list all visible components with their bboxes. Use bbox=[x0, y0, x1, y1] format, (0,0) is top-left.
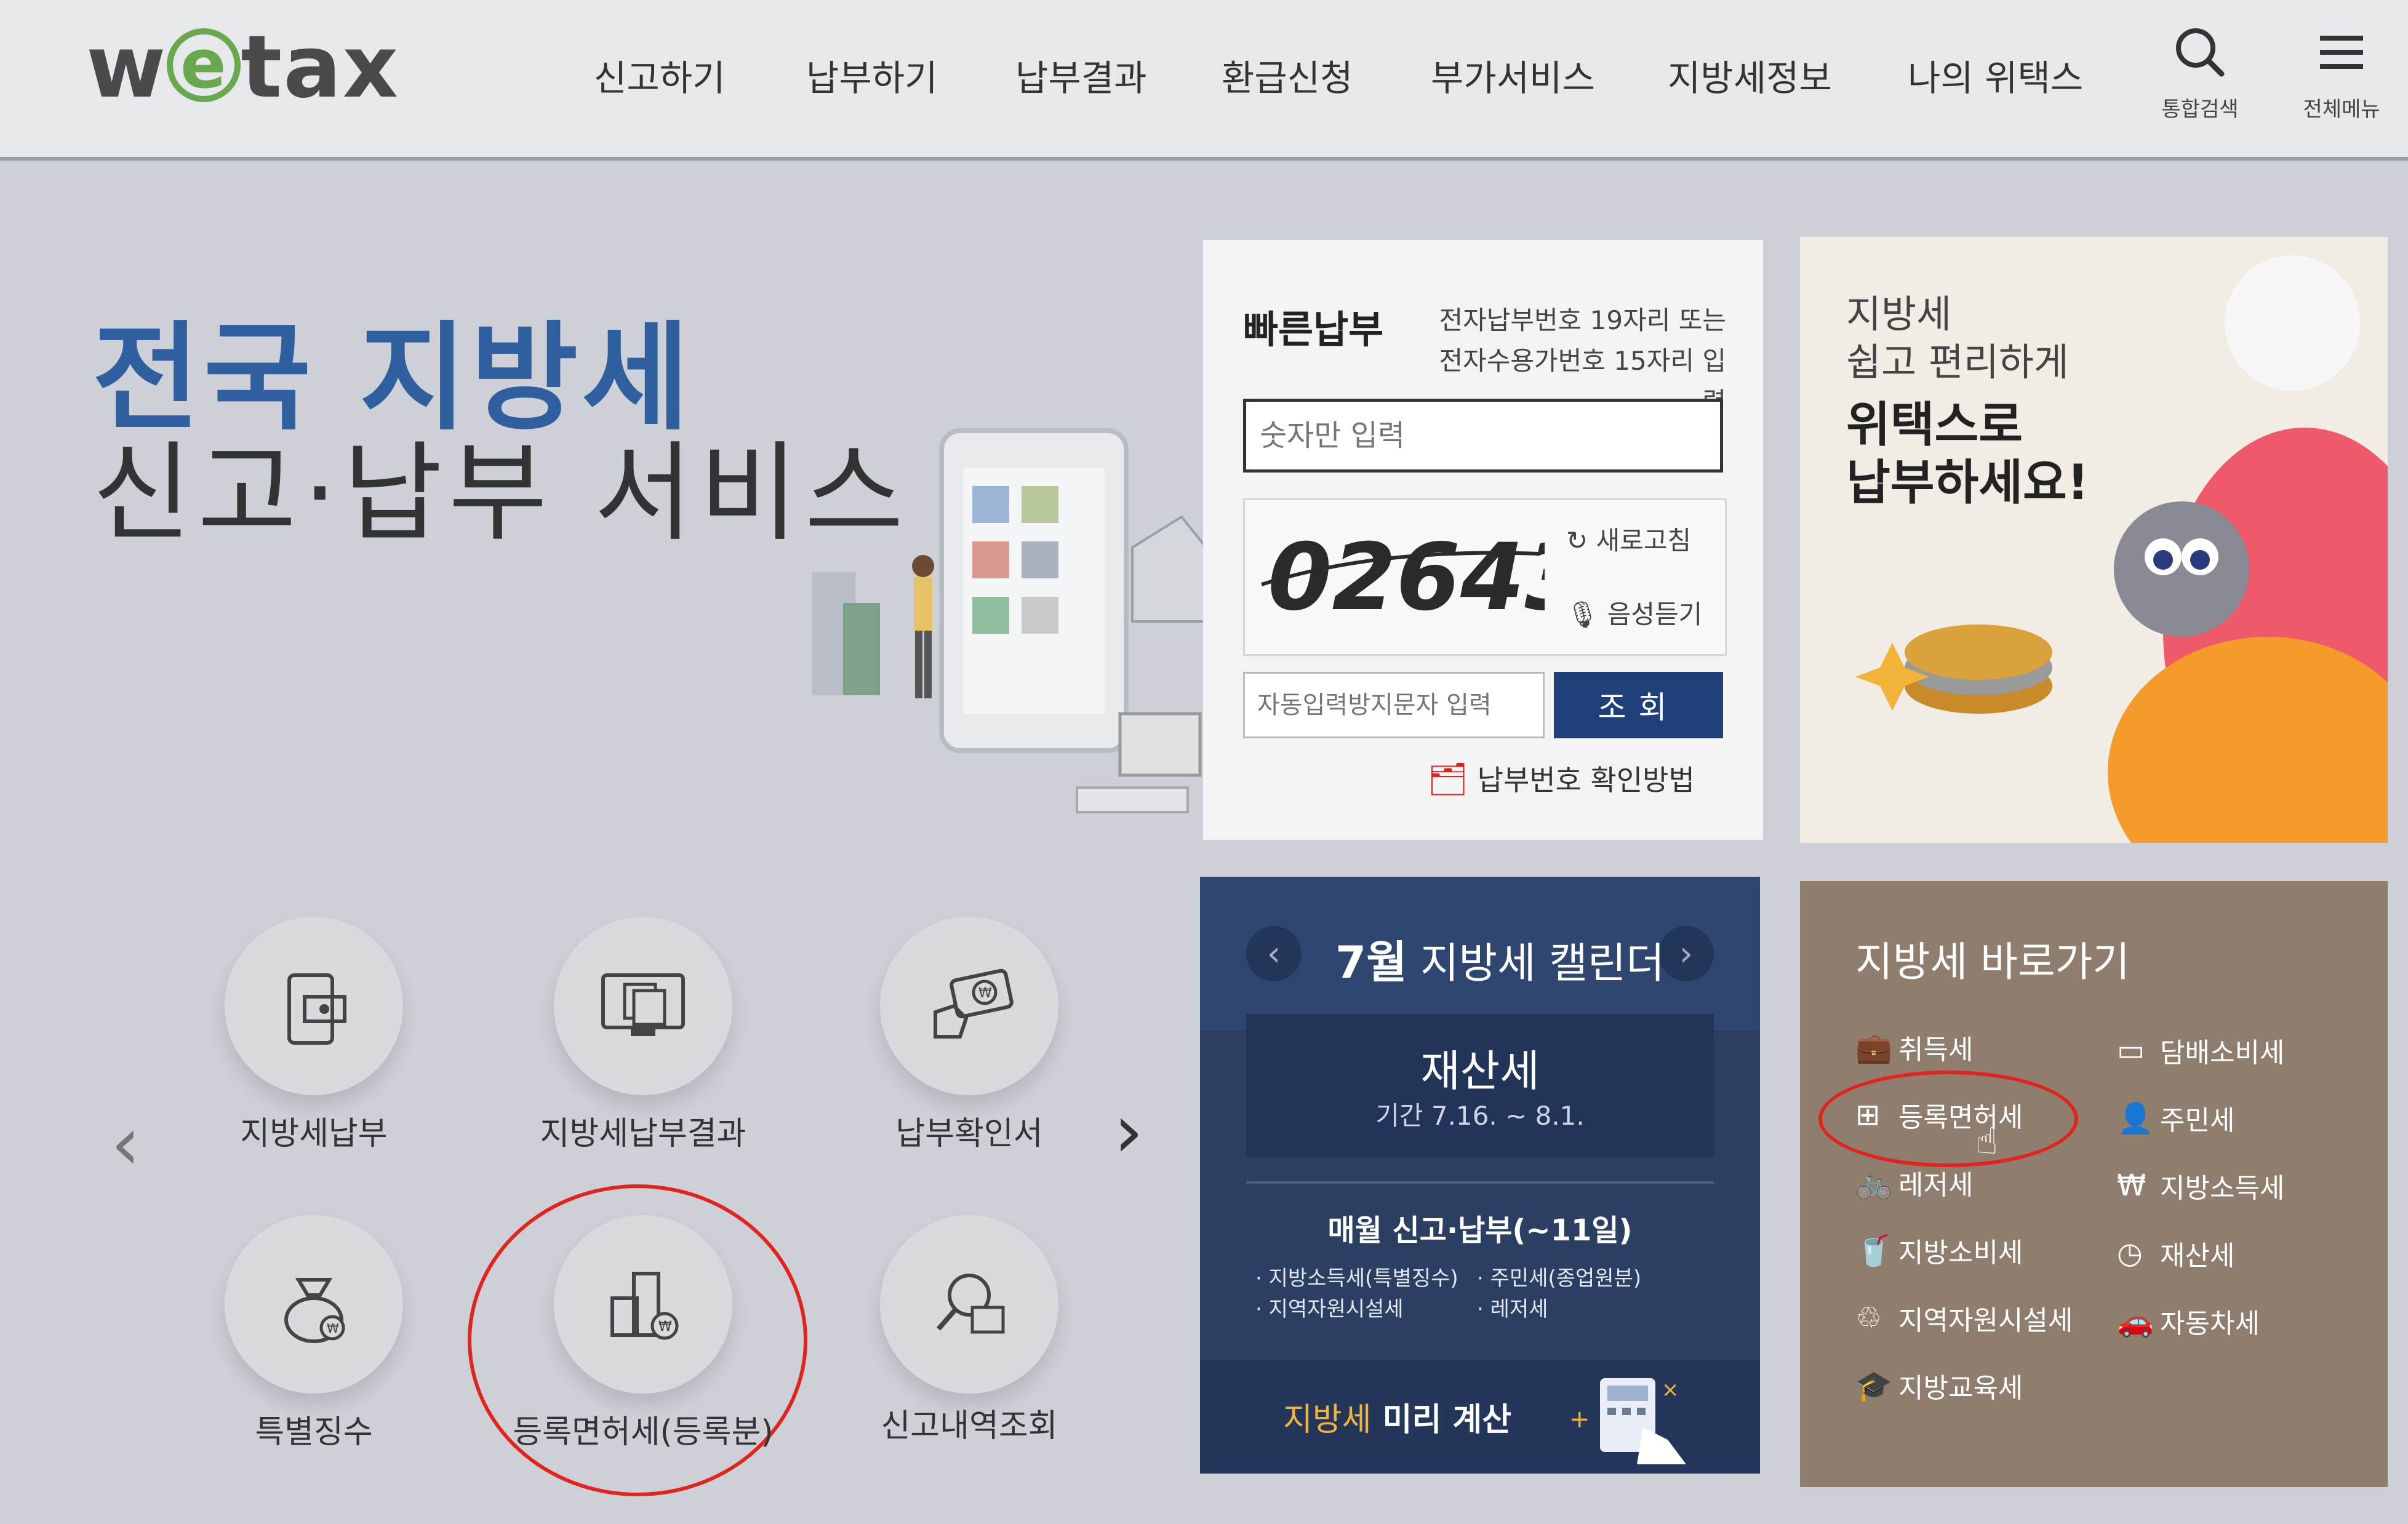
buildings-won-icon: ₩ bbox=[554, 1215, 732, 1394]
service-payment-result[interactable] bbox=[554, 917, 732, 1095]
phone-card-icon bbox=[225, 917, 403, 1095]
plus-box-icon: ⊞ bbox=[1855, 1098, 1881, 1132]
shortcut-regional-resource-tax[interactable]: ♲ 지역자원시설세 bbox=[1855, 1298, 2073, 1338]
service-registration-license-tax[interactable]: ₩ bbox=[554, 1215, 732, 1394]
shortcut-resident-tax[interactable]: 👤 주민세 bbox=[2117, 1098, 2234, 1138]
audio-label: 음성듣기 bbox=[1607, 599, 1703, 629]
calendar-month: 7월 bbox=[1335, 936, 1407, 988]
menu-button[interactable]: 전체메뉴 bbox=[2289, 25, 2394, 122]
shortcut-local-consumption-tax[interactable]: 🥤 지방소비세 bbox=[1855, 1231, 2023, 1270]
svg-text:₩: ₩ bbox=[658, 1319, 672, 1334]
service-local-tax-payment[interactable] bbox=[225, 917, 403, 1095]
shortcut-property-tax[interactable]: ◷ 재산세 bbox=[2117, 1234, 2234, 1273]
graduation-icon: 🎓 bbox=[1855, 1368, 1892, 1403]
calculator-hand-icon: × + bbox=[1563, 1372, 1723, 1467]
calendar-next-button[interactable]: › bbox=[1658, 926, 1714, 981]
service-label: 지방세납부결과 bbox=[540, 1115, 746, 1152]
bicycle-icon: 🚲 bbox=[1855, 1165, 1892, 1200]
service-label: 납부확인서 bbox=[895, 1115, 1043, 1152]
payment-number-input[interactable] bbox=[1243, 399, 1723, 473]
nav-report[interactable]: 신고하기 bbox=[594, 49, 725, 101]
nav-local-tax-info[interactable]: 지방세정보 bbox=[1668, 49, 1832, 101]
hand-ticket-icon: ₩ bbox=[880, 917, 1058, 1095]
banner-line4: 납부하세요! bbox=[1846, 455, 2089, 511]
search-label: 통합검색 bbox=[2161, 97, 2239, 122]
quick-pay-title: 빠른납부 bbox=[1243, 307, 1384, 352]
magnifier-folder-icon bbox=[880, 1215, 1058, 1394]
search-icon bbox=[2148, 25, 2252, 92]
banner-line2: 쉽고 편리하게 bbox=[1846, 340, 2069, 385]
calendar-item: · 주민세(종업원분) bbox=[1477, 1266, 1642, 1291]
shortcut-tobacco-tax[interactable]: ▭ 담배소비세 bbox=[2117, 1031, 2284, 1070]
shortcut-local-education-tax[interactable]: 🎓 지방교육세 bbox=[1855, 1366, 2023, 1405]
nav-extra-services[interactable]: 부가서비스 bbox=[1431, 49, 1595, 101]
calendar-item: · 지역자원시설세 bbox=[1255, 1297, 1404, 1322]
service-label: 신고내역조회 bbox=[881, 1408, 1058, 1445]
pointer-cursor-icon: ☝ bbox=[1975, 1120, 1998, 1163]
car-icon: 🚗 bbox=[2117, 1304, 2154, 1339]
cup-icon: 🥤 bbox=[1855, 1233, 1892, 1268]
clock-icon: ◷ bbox=[2117, 1236, 2143, 1271]
chevron-right-icon: › bbox=[1679, 933, 1694, 974]
svg-text:+: + bbox=[1569, 1405, 1590, 1434]
briefcase-icon: 💼 bbox=[1855, 1030, 1892, 1065]
service-payment-certificate[interactable]: ₩ bbox=[880, 917, 1058, 1095]
shortcut-local-income-tax[interactable]: ₩ 지방소득세 bbox=[2117, 1166, 2284, 1205]
refresh-icon: ↻ bbox=[1566, 525, 1588, 556]
search-button[interactable]: 통합검색 bbox=[2148, 25, 2252, 122]
lookup-button[interactable]: 조회 bbox=[1554, 672, 1723, 738]
cigarette-icon: ▭ bbox=[2117, 1033, 2145, 1067]
monitor-docs-icon bbox=[554, 917, 732, 1095]
quick-pay-desc-line1: 전자납부번호 19자리 또는 bbox=[1439, 305, 1726, 335]
recycle-icon: ♲ bbox=[1855, 1301, 1882, 1335]
captcha-refresh-button[interactable]: ↻ 새로고침 bbox=[1566, 520, 1691, 557]
nav-my-wetax[interactable]: 나의 위택스 bbox=[1908, 49, 2083, 101]
calendar-divider bbox=[1246, 1181, 1714, 1184]
shortcuts-title: 지방세 바로가기 bbox=[1855, 938, 2130, 986]
service-label: 지방세납부 bbox=[240, 1115, 388, 1152]
svg-text:×: × bbox=[1662, 1378, 1679, 1402]
svg-text:₩: ₩ bbox=[327, 1321, 339, 1336]
services-prev-arrow[interactable]: ‹ bbox=[111, 1101, 140, 1187]
banner-line1: 지방세 bbox=[1846, 292, 1952, 337]
microphone-icon: 🎙 bbox=[1566, 599, 1599, 629]
shortcut-acquisition-tax[interactable]: 💼 취득세 bbox=[1855, 1027, 1973, 1067]
nav-pay[interactable]: 납부하기 bbox=[806, 49, 937, 101]
money-bag-icon: ₩ bbox=[225, 1215, 403, 1394]
svg-text:₩: ₩ bbox=[978, 986, 992, 1001]
tax-calculator-label: 지방세 미리 계산 bbox=[1283, 1402, 1512, 1438]
wetax-logo[interactable]: w e tax bbox=[86, 17, 399, 118]
calendar-item: · 지방소득세(특별징수) bbox=[1255, 1266, 1458, 1291]
help-link-label: 납부번호 확인방법 bbox=[1477, 764, 1695, 797]
won-box-icon: ₩ bbox=[2117, 1168, 2146, 1203]
calendar-title-text: 지방세 캘린더 bbox=[1420, 940, 1665, 988]
calendar-event-period: 기간 7.16. ~ 8.1. bbox=[1375, 1101, 1585, 1131]
refresh-label: 새로고침 bbox=[1596, 525, 1692, 556]
service-special-collection[interactable]: ₩ bbox=[225, 1215, 403, 1394]
calendar-monthly-title: 매월 신고·납부(~11일) bbox=[1327, 1213, 1633, 1248]
menu-label: 전체메뉴 bbox=[2303, 97, 2380, 122]
hero-illustration bbox=[788, 418, 1207, 849]
payment-number-help-link[interactable]: 🗂 납부번호 확인방법 bbox=[1428, 758, 1695, 799]
captcha-input[interactable] bbox=[1243, 672, 1545, 738]
person-icon: 👤 bbox=[2117, 1101, 2154, 1136]
captcha-image: 026438 bbox=[1255, 511, 1653, 640]
calendar-prev-button[interactable]: ‹ bbox=[1246, 926, 1302, 981]
services-next-arrow[interactable]: › bbox=[1114, 1089, 1143, 1175]
hamburger-icon bbox=[2289, 25, 2394, 92]
service-label: 등록면허세(등록분) bbox=[513, 1414, 774, 1451]
shortcut-leisure-tax[interactable]: 🚲 레저세 bbox=[1855, 1163, 1973, 1202]
calendar-title: 7월 지방세 캘린더 bbox=[1335, 926, 1665, 991]
calendar-event-name: 재산세 bbox=[1420, 1046, 1540, 1096]
service-report-history[interactable] bbox=[880, 1215, 1058, 1394]
card-alert-icon: 🗂 bbox=[1428, 761, 1469, 798]
captcha-audio-button[interactable]: 🎙 음성듣기 bbox=[1566, 594, 1702, 631]
shortcut-vehicle-tax[interactable]: 🚗 자동차세 bbox=[2117, 1301, 2260, 1341]
calendar-item: · 레저세 bbox=[1477, 1297, 1548, 1322]
captcha-text: 026438 bbox=[1268, 524, 1545, 631]
chevron-left-icon: ‹ bbox=[1266, 933, 1281, 974]
service-label: 특별징수 bbox=[255, 1414, 373, 1451]
nav-refund[interactable]: 환급신청 bbox=[1222, 49, 1353, 101]
nav-pay-result[interactable]: 납부결과 bbox=[1015, 49, 1146, 101]
